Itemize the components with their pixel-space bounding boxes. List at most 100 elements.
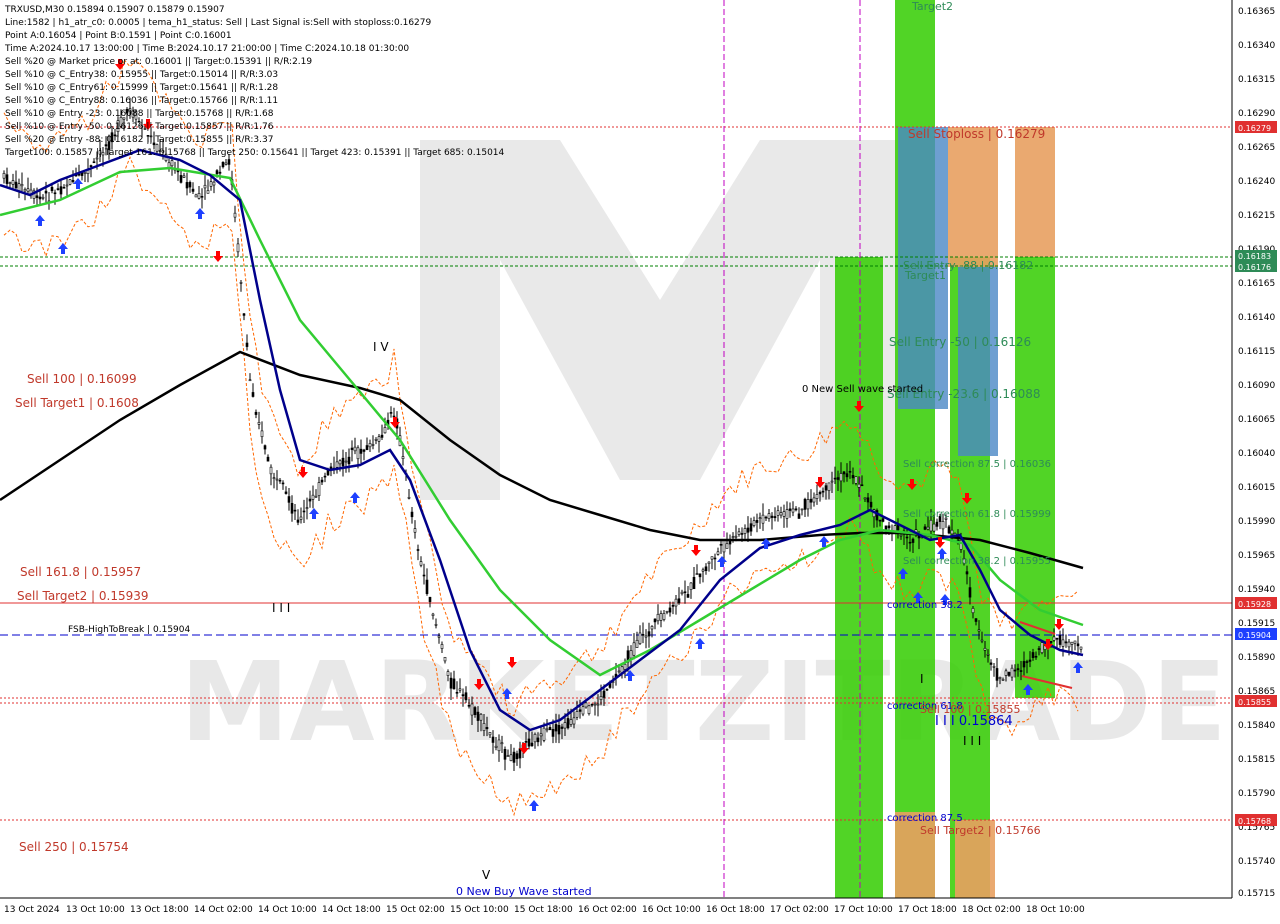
candle-body — [968, 587, 972, 598]
candle-body — [56, 188, 60, 190]
candle-body — [869, 501, 873, 508]
candle-body — [275, 478, 279, 481]
price-tick: 0.16265 — [1238, 143, 1275, 153]
price-tick: 0.16090 — [1238, 381, 1275, 391]
candle-body — [698, 573, 702, 578]
candle-body — [413, 528, 417, 533]
candle-body — [470, 703, 474, 716]
candle-body — [716, 551, 720, 555]
candle-body — [845, 473, 849, 478]
price-tick: 0.16015 — [1238, 483, 1275, 493]
candle-body — [731, 536, 735, 538]
candle-body — [440, 644, 444, 649]
target2-top-label: Target2 — [911, 0, 953, 13]
price-tick: 0.16365 — [1238, 7, 1275, 17]
wave-iv-label: I V — [373, 340, 389, 354]
candle-body — [305, 507, 309, 509]
candle-body — [779, 512, 783, 516]
candle-body — [782, 511, 786, 517]
wave-iii-label-a: I I I — [272, 601, 290, 615]
candle-body — [185, 182, 189, 189]
candle-body — [851, 475, 855, 479]
candle-body — [806, 499, 810, 510]
sell-161-label: Sell 161.8 | 0.15957 — [20, 565, 141, 579]
candle-body — [509, 754, 513, 762]
candle-body — [221, 161, 225, 168]
candle-body — [758, 517, 762, 520]
candle-body — [455, 691, 459, 694]
candle-body — [830, 480, 834, 483]
candle-body — [242, 313, 246, 316]
candle-body — [524, 741, 528, 743]
candle-body — [548, 727, 552, 731]
candle-body — [1019, 670, 1023, 672]
candle-body — [785, 509, 789, 519]
chart-window[interactable]: MARKETZITRADE TRXUSD,M30 0.15894 0.15907 — [0, 0, 1280, 920]
candle-body — [587, 705, 591, 714]
candle-body — [5, 174, 9, 184]
sell-target2-label: Sell Target2 | 0.15939 — [17, 589, 149, 603]
candle-body — [206, 190, 210, 194]
candle-body — [209, 181, 213, 187]
time-tick: 15 Oct 02:00 — [386, 905, 445, 915]
price-tick: 0.16115 — [1238, 347, 1275, 357]
price-tick: 0.15915 — [1238, 619, 1275, 629]
candle-body — [905, 536, 909, 539]
info-line-10: Sell %20 @ Entry -88: 0.16182 || Target:… — [5, 135, 273, 145]
candle-body — [539, 733, 543, 737]
candle-body — [362, 449, 366, 452]
candle-body — [389, 412, 393, 414]
candle-body — [605, 688, 609, 691]
candle-body — [1031, 652, 1035, 658]
candle-body — [575, 711, 579, 718]
price-tick: 0.16290 — [1238, 109, 1275, 119]
candle-body — [566, 718, 570, 729]
price-tag-target100: 0.15855 — [1235, 695, 1277, 707]
time-tick: 13 Oct 10:00 — [66, 905, 125, 915]
candle-body — [596, 703, 600, 706]
candle-body — [560, 726, 564, 729]
candle-body — [878, 519, 882, 522]
price-tick: 0.15815 — [1238, 755, 1275, 765]
candle-body — [425, 579, 429, 594]
candle-body — [266, 456, 270, 462]
time-tick: 14 Oct 10:00 — [258, 905, 317, 915]
info-line-2: Point A:0.16054 | Point B:0.1591 | Point… — [5, 31, 232, 41]
candle-body — [257, 421, 261, 425]
candle-body — [503, 749, 507, 760]
price-tag-target2: 0.15928 — [1235, 597, 1277, 609]
price-tick: 0.15840 — [1238, 721, 1275, 731]
target1-label: Target1 — [904, 269, 946, 282]
candle-body — [812, 497, 816, 503]
candle-body — [623, 663, 627, 670]
time-tick: 17 Oct 18:00 — [898, 905, 957, 915]
candle-body — [263, 445, 267, 450]
target2b-label: Sell Target2 | 0.15766 — [920, 824, 1041, 837]
candle-body — [749, 523, 753, 532]
candle-body — [557, 725, 561, 735]
candle-body — [767, 513, 771, 519]
candle-body — [1049, 641, 1053, 643]
candle-body — [599, 696, 603, 700]
time-tick: 13 Oct 18:00 — [130, 905, 189, 915]
candle-body — [227, 159, 231, 165]
candle-body — [686, 594, 690, 598]
price-chart[interactable]: MARKETZITRADE TRXUSD,M30 0.15894 0.15907 — [0, 0, 1280, 920]
candle-body — [776, 510, 780, 516]
candle-body — [941, 521, 945, 530]
candle-body — [755, 520, 759, 523]
sell-250-label: Sell 250 | 0.15754 — [19, 840, 129, 854]
candle-body — [569, 719, 573, 725]
svg-text:0.16176: 0.16176 — [1238, 263, 1271, 272]
info-line-7: Sell %10 @ C_Entry88: 0.16036 || Target:… — [5, 96, 278, 106]
candle-body — [764, 516, 768, 519]
candle-body — [356, 447, 360, 460]
candle-body — [1040, 642, 1044, 653]
wave-iii-label-b: I I I — [963, 734, 981, 748]
svg-text:0.16183: 0.16183 — [1238, 252, 1271, 261]
candle-body — [866, 497, 870, 503]
candle-body — [983, 648, 987, 651]
candle-body — [992, 666, 996, 668]
candle-body — [200, 196, 204, 198]
candle-body — [1016, 668, 1020, 671]
